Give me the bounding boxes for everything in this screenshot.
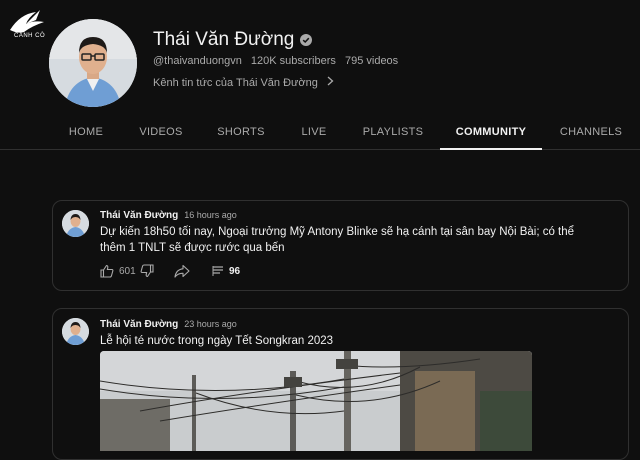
thumbs-down-icon	[140, 264, 154, 278]
tab-playlists[interactable]: PLAYLISTS	[352, 116, 434, 149]
channel-handle: @thaivanduongvn	[153, 55, 242, 67]
channel-tabs: HOME VIDEOS SHORTS LIVE PLAYLISTS COMMUN…	[0, 116, 640, 150]
channel-meta: @thaivanduongvn 120K subscribers 795 vid…	[153, 55, 404, 67]
post-time[interactable]: 23 hours ago	[184, 319, 237, 329]
post-header: Thái Văn Đường 23 hours ago	[100, 319, 237, 330]
channel-name: Thái Văn Đường	[153, 29, 313, 51]
like-count: 601	[119, 265, 136, 277]
community-post: Thái Văn Đường 16 hours ago Dự kiến 18h50…	[52, 200, 629, 291]
video-count: 795 videos	[344, 55, 399, 67]
post-author-name[interactable]: Thái Văn Đường	[100, 319, 178, 330]
channel-name-text: Thái Văn Đường	[153, 29, 295, 50]
like-button[interactable]: 601	[100, 263, 136, 279]
share-icon	[174, 264, 190, 278]
post-time[interactable]: 16 hours ago	[184, 210, 237, 220]
subscriber-count: 120K subscribers	[250, 55, 336, 67]
tab-home[interactable]: HOME	[56, 116, 116, 149]
channel-description[interactable]: Kênh tin tức của Thái Văn Đường	[153, 76, 334, 89]
watermark-text: CÁNH CÒ	[14, 33, 46, 39]
tab-community[interactable]: COMMUNITY	[440, 116, 542, 150]
thumbs-up-icon	[100, 264, 114, 278]
chevron-right-icon	[324, 76, 334, 89]
verified-icon	[300, 33, 313, 46]
channel-description-text: Kênh tin tức của Thái Văn Đường	[153, 77, 318, 89]
community-post: Thái Văn Đường 23 hours ago Lễ hội té nướ…	[52, 308, 629, 460]
tab-live[interactable]: LIVE	[288, 116, 340, 149]
post-text: Lễ hội té nước trong ngày Tết Songkran 2…	[100, 335, 334, 347]
post-header: Thái Văn Đường 16 hours ago	[100, 210, 237, 221]
tab-videos[interactable]: VIDEOS	[128, 116, 194, 149]
tab-channels[interactable]: CHANNELS	[552, 116, 630, 149]
comment-count: 96	[229, 265, 241, 277]
post-author-avatar[interactable]	[62, 318, 89, 345]
post-author-avatar[interactable]	[62, 210, 89, 237]
post-image[interactable]	[100, 351, 532, 451]
dislike-button[interactable]	[140, 263, 154, 279]
channel-avatar[interactable]	[49, 19, 137, 107]
post-text: Dự kiến 18h50 tối nay, Ngoại trưởng Mỹ A…	[100, 226, 575, 254]
comment-icon	[212, 266, 223, 276]
post-author-name[interactable]: Thái Văn Đường	[100, 210, 178, 221]
share-button[interactable]	[174, 263, 190, 279]
tab-shorts[interactable]: SHORTS	[206, 116, 276, 149]
comments-button[interactable]: 96	[212, 263, 240, 279]
